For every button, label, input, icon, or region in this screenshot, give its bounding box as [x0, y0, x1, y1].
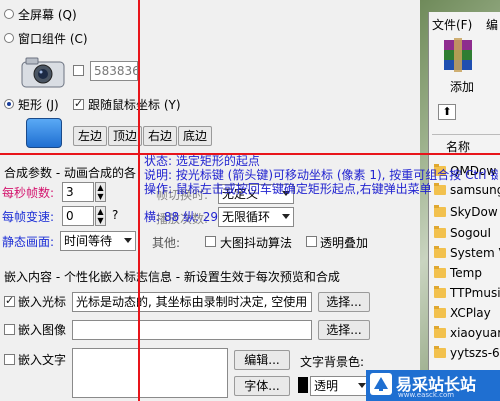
color-swatch[interactable] [298, 377, 308, 393]
chevron-down-icon [124, 238, 132, 243]
compose-section-title: 合成参数 - 动画合成的各 [4, 166, 136, 180]
static-frame-label: 静态画面: [2, 235, 55, 249]
select-cursor-button[interactable]: 选择... [318, 292, 370, 312]
folder-icon [434, 326, 446, 338]
rectangle-label[interactable]: 矩形 (J) [18, 96, 59, 113]
watermark-url: www.easck.com [398, 391, 455, 399]
menu-file[interactable]: 文件(F) [432, 16, 472, 33]
frame-delay-spinner[interactable]: ▲ ▼ [95, 206, 106, 226]
site-logo-icon [370, 373, 392, 395]
list-item[interactable]: XCPlay [432, 304, 500, 323]
frames-per-second-label: 每秒帧数: [2, 186, 55, 200]
edit-text-button[interactable]: 编辑... [234, 350, 290, 370]
folder-icon [434, 246, 446, 258]
fullscreen-radio[interactable] [4, 9, 14, 19]
right-edge-button[interactable]: 右边 [143, 126, 177, 146]
font-button[interactable]: 字体... [234, 376, 290, 396]
other-label: 其他: [152, 236, 181, 250]
menu-edit[interactable]: 编 [486, 16, 498, 33]
frame-delay-label: 每帧变速: [2, 210, 55, 224]
operation-line: 操作: 鼠标左击或按回车键确定矩形起点,右键弹出菜单 [144, 182, 432, 196]
folder-icon [434, 286, 446, 298]
list-item[interactable]: SkyDow [432, 203, 500, 222]
file-name: xiaoyuar [450, 326, 500, 340]
crosshair-vertical [138, 0, 140, 401]
follow-mouse-checkbox[interactable] [73, 97, 84, 110]
file-name: Temp [450, 266, 482, 280]
folder-icon [434, 266, 446, 278]
add-label[interactable]: 添加 [450, 78, 474, 95]
coordinates-readout: 横: 88 纵: 29 [144, 210, 219, 224]
file-name: System V [450, 246, 500, 260]
big-image-dither-label[interactable]: 大图抖动算法 [220, 234, 292, 251]
list-item[interactable]: SogouI [432, 224, 500, 243]
rectangle-mode-icon[interactable] [26, 118, 62, 148]
file-name: SogouI [450, 226, 492, 240]
big-image-dither-checkbox[interactable] [205, 236, 216, 247]
cursor-info-field[interactable]: 光标是动态的, 其坐标由录制时决定, 空使用 [72, 292, 312, 312]
transparent-overlay-checkbox[interactable] [306, 236, 317, 247]
text-bg-color-select[interactable]: 透明 [310, 376, 370, 396]
winrar-add-icon[interactable] [440, 36, 476, 74]
list-item[interactable]: yytszs-6 [432, 344, 500, 363]
embed-text-checkbox[interactable] [4, 354, 15, 365]
bottom-edge-button[interactable]: 底边 [178, 126, 212, 146]
window-handle-field[interactable]: 5838368 [90, 61, 138, 81]
embed-section-title: 嵌入内容 - 个性化嵌入标志信息 - 新设置生效于每次预览和合成 [4, 270, 340, 284]
frame-delay-help[interactable]: ? [112, 208, 118, 222]
file-name: SkyDow [450, 205, 498, 219]
follow-mouse-label[interactable]: 跟随鼠标坐标 (Y) [88, 96, 181, 113]
up-folder-icon[interactable]: ⬆ [438, 104, 456, 120]
list-item[interactable]: Temp [432, 264, 500, 283]
top-edge-button[interactable]: 顶边 [108, 126, 142, 146]
window-component-label[interactable]: 窗口组件 (C) [18, 30, 88, 47]
embed-text-area[interactable] [72, 348, 228, 398]
file-name: XCPlay [450, 306, 491, 320]
frame-delay-field[interactable]: 0 [62, 206, 94, 226]
rectangle-radio[interactable] [4, 99, 14, 109]
frames-per-second-field[interactable]: 3 [62, 182, 94, 202]
select-image-button[interactable]: 选择... [318, 320, 370, 340]
transparent-overlay-label[interactable]: 透明叠加 [320, 234, 368, 251]
text-bg-color-label: 文字背景色: [300, 355, 365, 369]
camera-icon[interactable] [20, 55, 66, 89]
folder-icon [434, 205, 446, 217]
embed-cursor-label[interactable]: 嵌入光标 [18, 293, 66, 310]
folder-icon [434, 226, 446, 238]
chevron-down-icon [282, 214, 290, 219]
embed-image-label[interactable]: 嵌入图像 [18, 321, 66, 338]
crosshair-horizontal [0, 153, 500, 155]
embed-text-label[interactable]: 嵌入文字 [18, 351, 66, 368]
image-path-field[interactable] [72, 320, 312, 340]
file-name: yytszs-6 [450, 346, 500, 360]
play-count-select[interactable]: 无限循环 [218, 207, 294, 227]
file-name: TTPmusi [450, 286, 500, 300]
embed-image-checkbox[interactable] [4, 324, 15, 335]
static-frame-select[interactable]: 时间等待 [60, 231, 136, 251]
folder-icon [434, 346, 446, 358]
handle-checkbox[interactable] [73, 65, 84, 76]
static-frame-value: 时间等待 [64, 234, 113, 248]
left-edge-button[interactable]: 左边 [73, 126, 107, 146]
fullscreen-label[interactable]: 全屏幕 (Q) [18, 6, 77, 23]
list-item[interactable]: TTPmusi [432, 284, 500, 303]
text-bg-color-value: 透明 [314, 379, 339, 393]
chevron-down-icon [358, 383, 366, 388]
window-component-radio[interactable] [4, 33, 14, 43]
play-count-value: 无限循环 [222, 210, 271, 224]
embed-cursor-checkbox[interactable] [4, 294, 15, 307]
list-item[interactable]: xiaoyuar [432, 324, 500, 343]
frames-spinner[interactable]: ▲ ▼ [95, 182, 106, 202]
folder-icon [434, 306, 446, 318]
list-item[interactable]: System V [432, 244, 500, 263]
header-divider [432, 134, 500, 135]
